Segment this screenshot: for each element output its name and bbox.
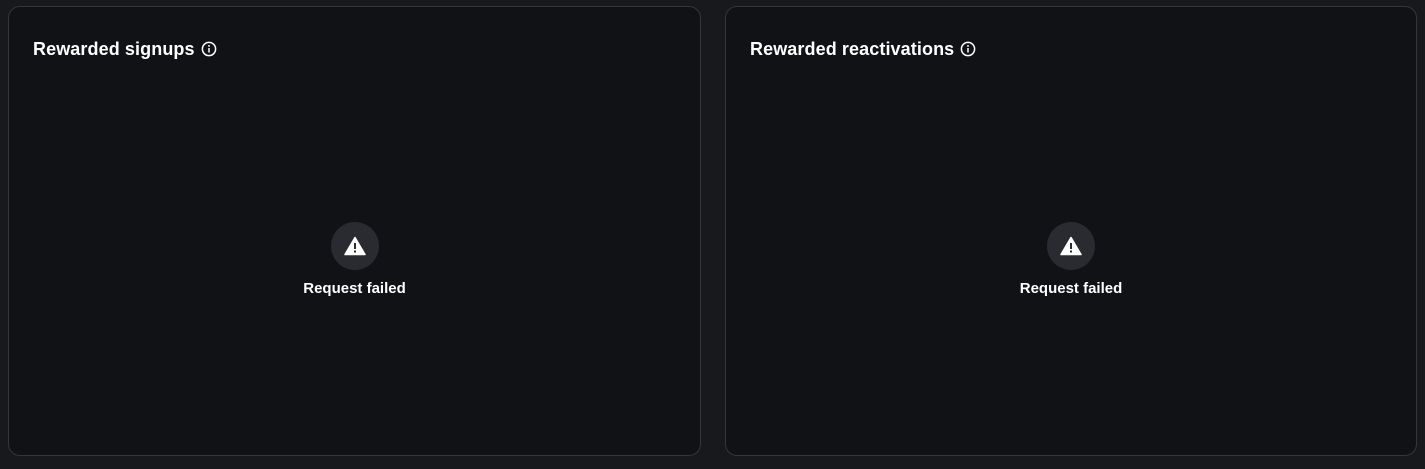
card-header: Rewarded signups bbox=[33, 38, 217, 60]
info-icon[interactable] bbox=[201, 41, 217, 57]
error-message: Request failed bbox=[1019, 280, 1123, 297]
card-title: Rewarded signups bbox=[33, 39, 195, 59]
error-state: Request failed bbox=[726, 222, 1416, 298]
card-header: Rewarded reactivations bbox=[750, 38, 976, 60]
error-message: Request failed bbox=[303, 280, 406, 297]
error-state: Request failed bbox=[9, 222, 700, 298]
rewarded-signups-card: Rewarded signups Request failed bbox=[8, 6, 701, 456]
info-icon[interactable] bbox=[960, 41, 976, 57]
dashboard-area: Rewarded signups Request failed Rewarded… bbox=[0, 0, 1425, 469]
warning-icon bbox=[330, 222, 379, 270]
warning-icon bbox=[1047, 222, 1095, 270]
card-title: Rewarded reactivations bbox=[750, 39, 955, 59]
rewarded-reactivations-card: Rewarded reactivations Request failed bbox=[725, 6, 1417, 456]
